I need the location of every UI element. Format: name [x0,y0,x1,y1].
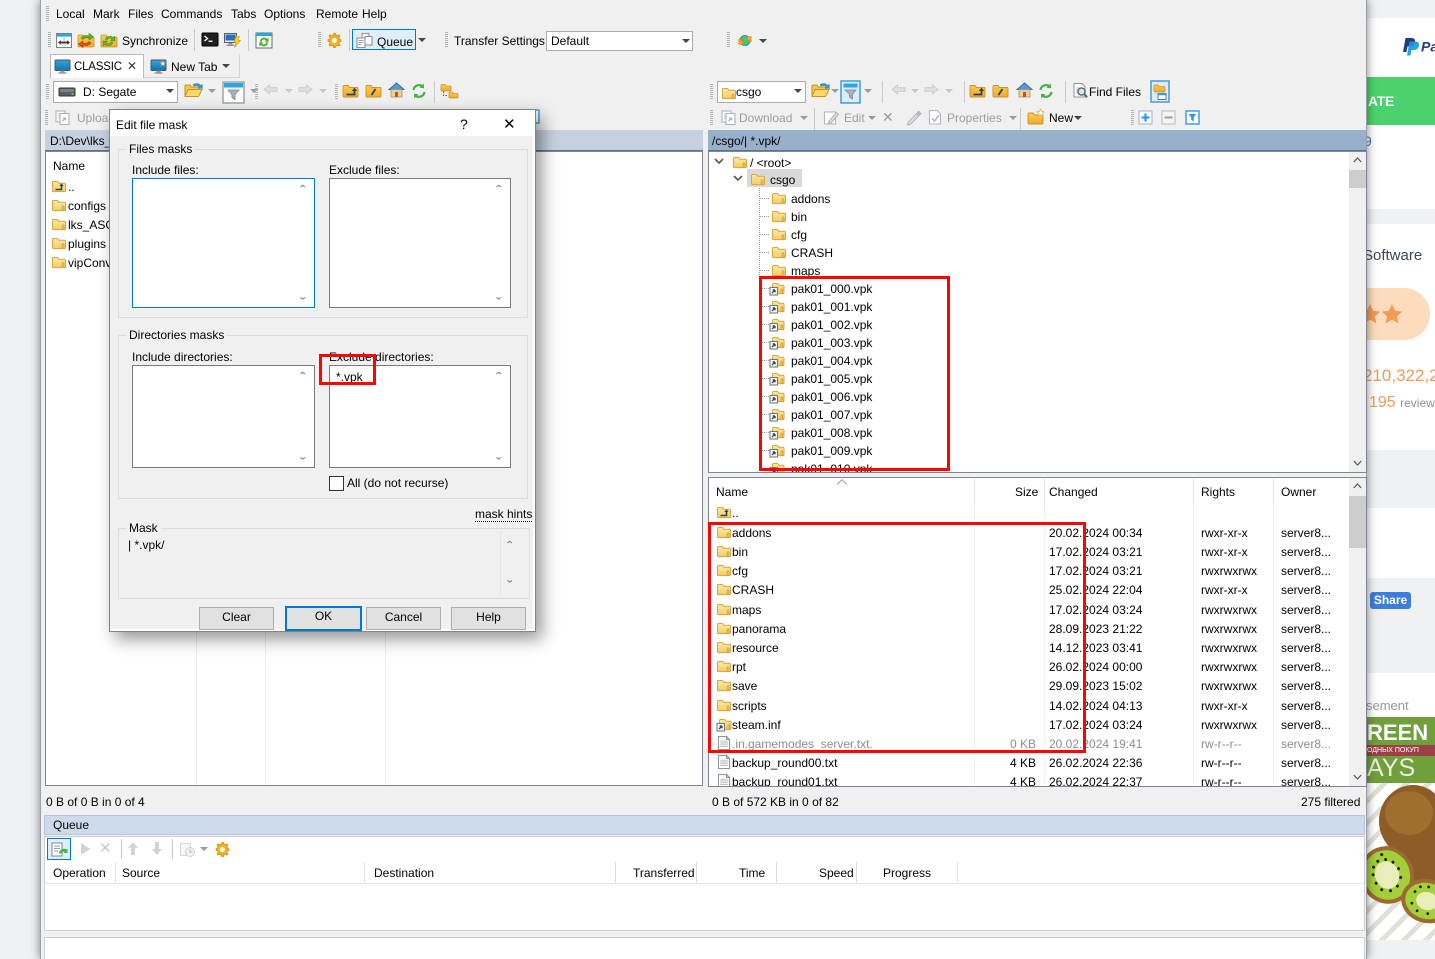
svg-text:Pa: Pa [1421,39,1435,55]
